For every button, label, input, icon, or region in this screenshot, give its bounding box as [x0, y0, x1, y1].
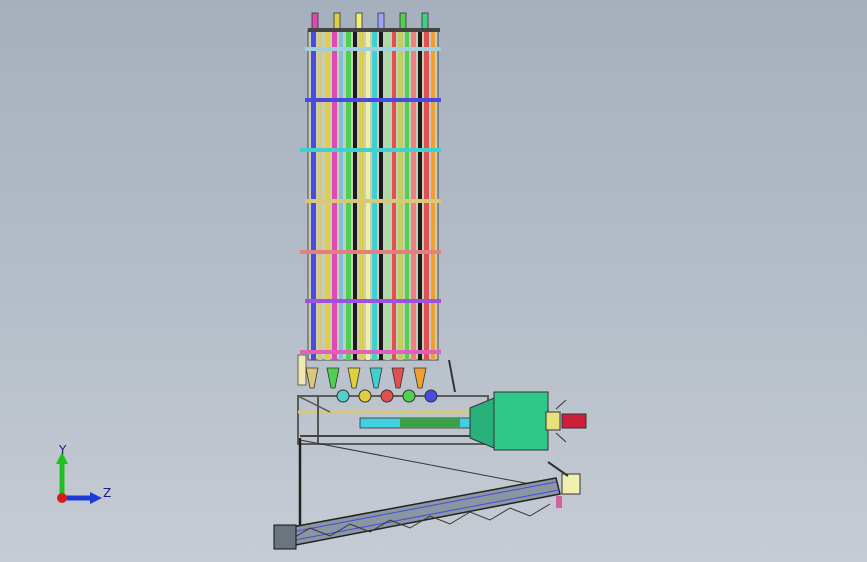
- mixer-frame[interactable]: [297, 389, 490, 445]
- y-axis-label: Y: [59, 443, 67, 457]
- cad-viewport[interactable]: Y Z: [0, 0, 867, 562]
- tube-bundle[interactable]: [300, 29, 441, 361]
- z-axis-label: Z: [103, 486, 112, 500]
- plant-model[interactable]: [0, 0, 867, 562]
- outlet-valves[interactable]: [297, 354, 456, 393]
- z-axis-arrow: [90, 492, 102, 504]
- hopper-tank[interactable]: [469, 391, 587, 451]
- axis-triad: [40, 440, 130, 520]
- inclined-conveyor[interactable]: [273, 461, 581, 550]
- tube-caps[interactable]: [308, 12, 440, 32]
- x-axis-dot: [57, 493, 67, 503]
